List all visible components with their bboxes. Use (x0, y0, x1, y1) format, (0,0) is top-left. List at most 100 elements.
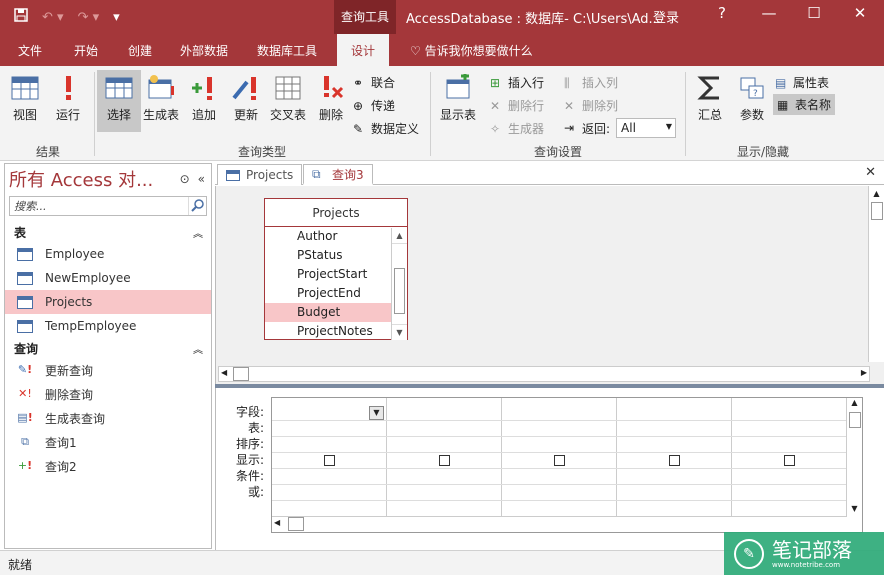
pass-through-button[interactable]: ⊕ 传递 (353, 97, 395, 114)
upper-horizontal-scrollbar[interactable]: ◀ ▶ (218, 366, 870, 382)
scroll-thumb[interactable] (394, 268, 405, 314)
tab-create[interactable]: 创建 (128, 42, 152, 59)
union-button[interactable]: ⚭ 联合 (353, 74, 395, 91)
collapse-pane-icon[interactable]: « (198, 172, 205, 186)
show-table-icon (446, 74, 470, 99)
delete-query-icon (324, 76, 344, 99)
make-table-button[interactable]: 生成表 (140, 74, 182, 123)
show-checkbox[interactable] (669, 455, 680, 466)
field-item[interactable]: PStatus (265, 246, 391, 265)
nav-item-employee[interactable]: Employee (5, 242, 211, 266)
field-item[interactable]: ProjectEnd (265, 284, 391, 303)
scroll-up-icon[interactable]: ▲ (847, 398, 862, 412)
group-separator (685, 72, 686, 156)
close-document-icon[interactable]: ✕ (865, 165, 876, 180)
scroll-left-icon[interactable]: ◀ (274, 518, 280, 527)
scroll-left-icon[interactable]: ◀ (221, 368, 227, 377)
nav-item-tempemployee[interactable]: TempEmployee (5, 314, 211, 338)
scroll-thumb[interactable] (871, 202, 883, 220)
show-checkbox[interactable] (439, 455, 450, 466)
doc-tab-projects[interactable]: Projects (217, 164, 303, 185)
run-button[interactable]: 运行 (47, 74, 89, 123)
upper-vertical-scrollbar[interactable]: ▲ (868, 186, 884, 362)
field-list-title[interactable]: Projects (265, 199, 407, 227)
append-button[interactable]: 追加 (183, 74, 225, 123)
field-item[interactable]: Author (265, 227, 391, 246)
field-item-selected[interactable]: Budget (265, 303, 391, 322)
builder-button[interactable]: ✧ 生成器 (490, 120, 544, 137)
tab-external-data[interactable]: 外部数据 (180, 42, 228, 59)
insert-rows-button[interactable]: ⊞ 插入行 (490, 74, 544, 91)
insert-columns-button[interactable]: ⫼ 插入列 (564, 74, 618, 91)
return-select[interactable]: All ▼ (616, 118, 677, 138)
redo-icon[interactable]: ↷ ▾ (78, 10, 100, 25)
customize-qat-icon[interactable]: ▾ (113, 10, 120, 25)
tab-file[interactable]: 文件 (18, 42, 42, 59)
crosstab-button[interactable]: 交叉表 (266, 74, 310, 123)
login-link[interactable]: 登录 (653, 7, 679, 26)
nav-item-query1[interactable]: ⧉ 查询1 (5, 430, 211, 454)
search-input[interactable]: 搜索... (9, 196, 207, 216)
grid-line (272, 420, 847, 421)
nav-item-make-table-query[interactable]: ▤! 生成表查询 (5, 406, 211, 430)
tab-database-tools[interactable]: 数据库工具 (257, 42, 317, 59)
show-table-button[interactable]: 显示表 (436, 74, 480, 123)
field-list-projects[interactable]: Projects Author PStatus ProjectStart Pro… (264, 198, 408, 340)
table-names-button[interactable]: ▦ 表名称 (773, 94, 836, 115)
nav-menu-icon[interactable]: ⊙ (180, 172, 190, 186)
maximize-button[interactable]: ☐ (799, 4, 829, 22)
nav-item-delete-query[interactable]: ✕! 删除查询 (5, 382, 211, 406)
minimize-button[interactable]: — (754, 4, 784, 22)
query-design-grid[interactable]: ▼ ▲ ▼ ◀ (271, 397, 863, 533)
select-query-button[interactable]: 选择 (97, 70, 141, 132)
nav-category-tables[interactable]: 表 ︽ (5, 222, 211, 242)
search-icon[interactable] (188, 197, 206, 215)
tab-design[interactable]: 设计 (337, 34, 390, 66)
totals-button[interactable]: 汇总 (689, 74, 731, 123)
help-button[interactable]: ? (707, 4, 737, 22)
return-value: All (621, 121, 636, 135)
property-sheet-button[interactable]: ▤ 属性表 (775, 74, 829, 91)
field-list-scrollbar[interactable]: ▲ ▼ (391, 228, 407, 340)
delete-query-button[interactable]: 删除 (310, 74, 352, 123)
field-item[interactable]: ProjectStart (265, 265, 391, 284)
chevron-down-icon[interactable]: ▼ (369, 406, 384, 420)
tab-home[interactable]: 开始 (74, 42, 98, 59)
scroll-thumb[interactable] (233, 367, 249, 381)
show-checkbox[interactable] (324, 455, 335, 466)
nav-header[interactable]: 所有 Access 对... ⊙ « (5, 164, 211, 194)
make-table-icon (148, 75, 174, 99)
nav-category-queries[interactable]: 查询 ︽ (5, 338, 211, 358)
nav-item-update-query[interactable]: ✎! 更新查询 (5, 358, 211, 382)
data-definition-button[interactable]: ✎ 数据定义 (353, 120, 419, 137)
close-button[interactable]: ✕ (845, 4, 875, 22)
delete-rows-button[interactable]: ✕ 删除行 (490, 97, 544, 114)
save-icon[interactable] (14, 8, 28, 26)
nav-item-newemployee[interactable]: NewEmployee (5, 266, 211, 290)
scroll-thumb[interactable] (849, 412, 861, 428)
delete-columns-button[interactable]: ✕ 删除列 (564, 97, 618, 114)
doc-tab-query3[interactable]: ⧉ 查询3 (303, 164, 373, 185)
grid-line (272, 452, 847, 453)
scroll-down-icon[interactable]: ▼ (847, 504, 862, 518)
scroll-thumb[interactable] (288, 517, 304, 531)
update-button[interactable]: 更新 (225, 74, 267, 123)
collapse-chevron-icon[interactable]: ︽ (193, 225, 203, 240)
tell-me-box[interactable]: ♡ 告诉我你想要做什么 (410, 42, 533, 59)
show-checkbox[interactable] (784, 455, 795, 466)
append-query-icon: +! (17, 459, 33, 472)
field-item[interactable]: ProjectNotes (265, 322, 391, 341)
view-button[interactable]: 视图 (4, 74, 46, 123)
scroll-down-icon[interactable]: ▼ (392, 324, 407, 340)
scroll-right-icon[interactable]: ▶ (861, 368, 867, 377)
grid-horizontal-scrollbar[interactable]: ◀ (272, 516, 847, 532)
collapse-chevron-icon[interactable]: ︽ (193, 341, 203, 356)
nav-item-projects[interactable]: Projects (5, 290, 211, 314)
undo-icon[interactable]: ↶ ▾ (42, 10, 64, 25)
scroll-up-icon[interactable]: ▲ (392, 228, 407, 244)
scroll-up-icon[interactable]: ▲ (869, 186, 884, 202)
nav-item-query2[interactable]: +! 查询2 (5, 454, 211, 478)
grid-vertical-scrollbar[interactable]: ▲ ▼ (846, 398, 862, 518)
show-checkbox[interactable] (554, 455, 565, 466)
parameters-button[interactable]: ? 参数 (731, 74, 773, 123)
